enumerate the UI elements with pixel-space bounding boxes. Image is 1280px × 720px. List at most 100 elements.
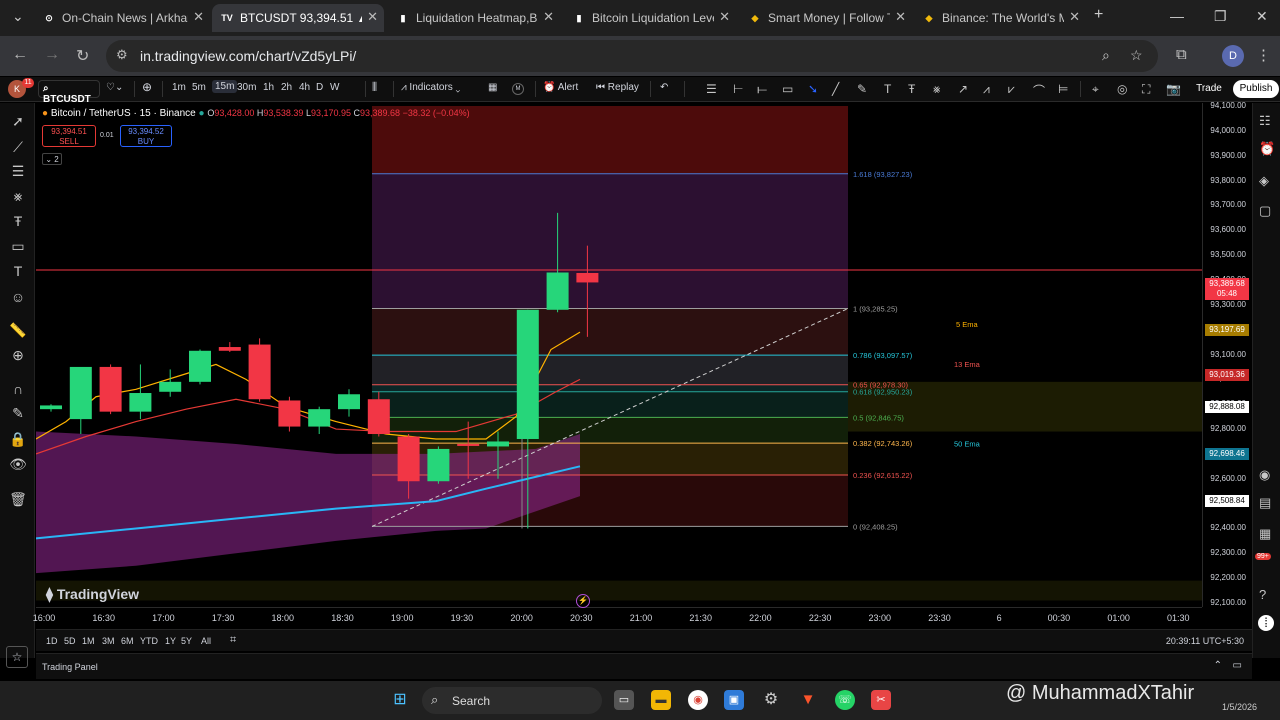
store-icon[interactable]: ▣: [724, 690, 744, 710]
range-1d[interactable]: 1D: [46, 636, 58, 646]
bookmark-star-icon[interactable]: ☆: [1130, 47, 1143, 64]
maximize-button[interactable]: ❐: [1214, 8, 1227, 25]
site-info-icon[interactable]: ⚙: [116, 47, 128, 63]
reload-icon[interactable]: ↻: [76, 46, 89, 66]
text-tool-icon[interactable]: T: [884, 82, 891, 96]
range-5d[interactable]: 5D: [64, 636, 76, 646]
new-tab-button[interactable]: +: [1094, 6, 1103, 24]
sell-button[interactable]: 93,394.51 SELL: [42, 125, 96, 147]
browser-tab[interactable]: TV BTCUSDT 93,394.51 ▲ +2.6 ✕: [212, 4, 384, 32]
arc-tool-icon[interactable]: ⌒: [1033, 82, 1045, 99]
whatsapp-icon[interactable]: ☏: [835, 690, 855, 710]
range-ytd[interactable]: YTD: [140, 636, 158, 646]
range-6m[interactable]: 6M: [121, 636, 134, 646]
replay-button[interactable]: ⏮ Replay: [596, 82, 639, 93]
tab-close-icon[interactable]: ✕: [1069, 9, 1080, 25]
forward-icon[interactable]: →: [44, 46, 60, 64]
fib-retracement-tool-icon[interactable]: ☰: [706, 82, 717, 96]
zoom-icon[interactable]: ⌕: [1102, 47, 1110, 64]
chart-clock[interactable]: 20:39:11 UTC+5:30: [1166, 636, 1244, 646]
snipping-tool-icon[interactable]: ✂: [871, 690, 891, 710]
watchlist-icon[interactable]: ☷: [1259, 113, 1271, 129]
add-symbol-icon[interactable]: ⊕: [142, 80, 152, 94]
interval-D[interactable]: D: [316, 82, 323, 93]
lock-icon[interactable]: 🔒: [9, 431, 27, 448]
pattern-tool-icon[interactable]: ⨳: [933, 82, 940, 97]
news-icon[interactable]: ▤: [1259, 495, 1271, 511]
range-all[interactable]: All: [201, 636, 211, 646]
back-icon[interactable]: ←: [12, 46, 28, 64]
brush-tool-icon[interactable]: ✎: [857, 82, 867, 96]
chrome-icon[interactable]: ◉: [688, 690, 708, 710]
browser-tab[interactable]: ◆ Smart Money | Follow Top ✕: [740, 4, 912, 32]
path-tool-icon[interactable]: ↗: [958, 82, 968, 96]
templates-icon[interactable]: M: [512, 83, 524, 95]
camera-icon[interactable]: 📷: [1166, 82, 1181, 96]
interval-1h[interactable]: 1h: [263, 82, 274, 93]
compare-icon[interactable]: ♡⌄: [106, 82, 123, 93]
trade-button[interactable]: Trade: [1192, 80, 1226, 98]
elliott-wave-tool-icon[interactable]: ⩗: [1008, 82, 1015, 97]
range-1y[interactable]: 1Y: [165, 636, 176, 646]
browser-tab[interactable]: ⊙ On-Chain News | Arkham ✕: [34, 4, 210, 32]
profile-avatar[interactable]: D: [1222, 45, 1244, 67]
pattern-icon[interactable]: ⨳: [9, 188, 27, 205]
alerts-icon[interactable]: ⏰: [1259, 141, 1275, 157]
xabcd-tool-icon[interactable]: ⩘: [983, 82, 990, 97]
undo-icon[interactable]: ↶: [660, 82, 668, 93]
buy-button[interactable]: 93,394.52 BUY: [120, 125, 172, 147]
price-chart[interactable]: 1.618 (93,827.23) 1 (93,285.25) 0.786 (93,…: [36, 103, 1202, 607]
magnet-icon[interactable]: ⌖: [1092, 82, 1099, 97]
interval-15m[interactable]: 15m: [212, 80, 238, 93]
windows-start-icon[interactable]: ⊞: [390, 690, 410, 710]
magnet-icon[interactable]: ∩: [9, 381, 27, 397]
replay-marker-icon[interactable]: ⚡: [576, 594, 590, 608]
minimize-button[interactable]: —: [1170, 8, 1184, 24]
tab-close-icon[interactable]: ✕: [895, 9, 906, 25]
range-1m[interactable]: 1M: [82, 636, 95, 646]
community-icon[interactable]: ◉: [1259, 467, 1270, 483]
geometric-shapes-icon[interactable]: ▭: [9, 238, 27, 255]
interval-1m[interactable]: 1m: [172, 82, 186, 93]
horizontal-line-tool-icon[interactable]: ⊢: [733, 82, 743, 96]
tab-close-icon[interactable]: ✕: [193, 9, 204, 25]
brave-icon[interactable]: ▼: [798, 690, 818, 710]
price-axis[interactable]: 94,100.00 94,000.00 93,900.00 93,800.00 93,7…: [1202, 101, 1252, 607]
interval-30m[interactable]: 30m: [237, 82, 256, 93]
emoji-icon[interactable]: ☺: [9, 289, 27, 305]
zoom-in-icon[interactable]: ⊕: [9, 347, 27, 364]
date-range-calendar-icon[interactable]: ⌗: [230, 634, 236, 647]
interval-W[interactable]: W: [330, 82, 339, 93]
rectangle-tool-icon[interactable]: ▭: [782, 82, 793, 96]
ray-tool-icon[interactable]: ⟝: [757, 82, 767, 97]
cursor-tool-icon[interactable]: ➘: [808, 82, 818, 96]
eye-icon[interactable]: ◎: [1117, 82, 1127, 96]
calendar-icon[interactable]: ▦: [1259, 526, 1271, 542]
url-text[interactable]: in.tradingview.com/chart/vZd5yLPi/: [140, 48, 356, 64]
fib-icon[interactable]: ☰: [9, 163, 27, 180]
browser-tab[interactable]: ◆ Binance: The World's Most ✕: [914, 4, 1086, 32]
anchored-text-tool-icon[interactable]: Ŧ: [908, 82, 915, 96]
publish-button[interactable]: Publish: [1233, 80, 1279, 98]
task-view-icon[interactable]: ▭: [614, 690, 634, 710]
interval-5m[interactable]: 5m: [192, 82, 206, 93]
browser-menu-icon[interactable]: ⋮: [1256, 46, 1271, 64]
range-3m[interactable]: 3M: [102, 636, 115, 646]
ruler-icon[interactable]: 📏: [9, 322, 27, 339]
trend-line-icon[interactable]: ⟋: [9, 139, 27, 156]
measure-tool-icon[interactable]: ⊨: [1058, 82, 1068, 96]
tab-search-icon[interactable]: ⌄: [12, 8, 24, 25]
taskbar-search[interactable]: ⌕ Search: [422, 687, 602, 714]
symbol-title[interactable]: Bitcoin / TetherUS · 15 · Binance: [51, 108, 196, 119]
collapse-indicators-button[interactable]: ⌄ 2: [42, 153, 62, 165]
trash-icon[interactable]: 🗑: [9, 491, 27, 508]
tab-close-icon[interactable]: ✕: [367, 9, 378, 25]
chat-icon[interactable]: ▢: [1259, 203, 1271, 219]
maximize-panel-icon[interactable]: ▭: [1233, 660, 1242, 671]
trend-line-tool-icon[interactable]: ╱: [832, 82, 839, 96]
symbol-search[interactable]: ⌕ BTCUSDT: [38, 80, 100, 105]
close-window-button[interactable]: ✕: [1256, 8, 1268, 25]
fullscreen-icon[interactable]: ⛶: [1142, 82, 1150, 97]
favorites-star-icon[interactable]: ☆: [6, 646, 28, 668]
layouts-icon[interactable]: ▦: [488, 82, 497, 93]
